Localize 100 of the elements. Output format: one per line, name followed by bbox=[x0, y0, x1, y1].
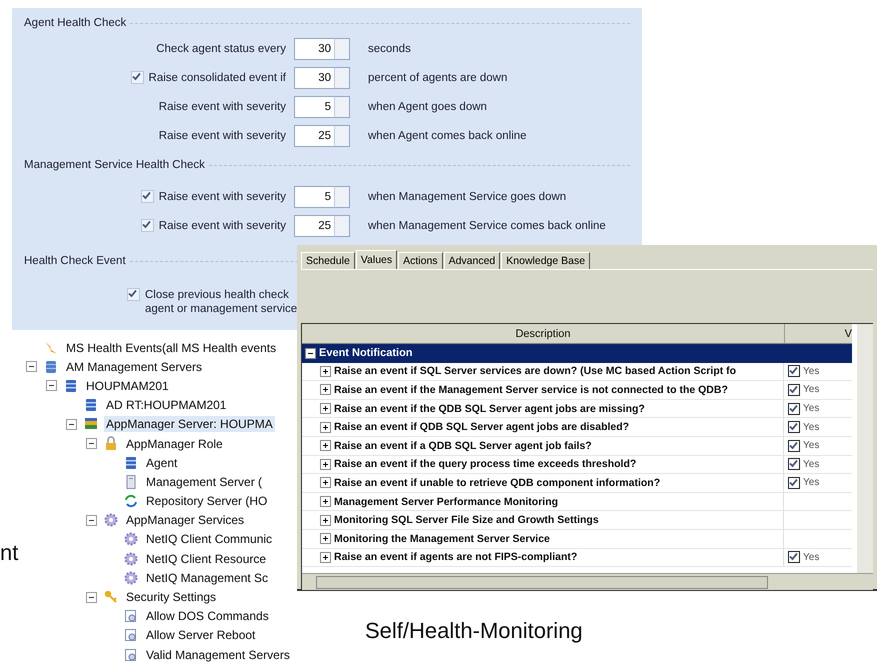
tab[interactable]: Actions bbox=[398, 252, 443, 269]
tree-item[interactable]: Repository Server (HO bbox=[144, 493, 270, 510]
number-field[interactable]: 5 bbox=[294, 186, 334, 208]
expand-icon[interactable] bbox=[320, 366, 331, 377]
unit-label: when Management Service goes down bbox=[368, 190, 568, 202]
group-row[interactable]: Event Notification bbox=[302, 344, 852, 363]
expand-icon[interactable] bbox=[320, 552, 331, 563]
field-label: Raise consolidated event if bbox=[148, 72, 286, 84]
server-icon bbox=[123, 454, 139, 471]
tree-item[interactable]: Agent bbox=[144, 454, 180, 471]
setting-label[interactable]: Management Server Performance Monitoring bbox=[334, 496, 558, 508]
checkbox[interactable] bbox=[788, 402, 800, 415]
column-header[interactable]: Description bbox=[302, 324, 785, 343]
tab[interactable]: Values bbox=[356, 250, 398, 269]
number-field[interactable]: 30 bbox=[294, 66, 334, 88]
number-field[interactable]: 25 bbox=[294, 124, 334, 146]
lightning-icon bbox=[43, 340, 59, 356]
value-text: Yes bbox=[803, 366, 820, 377]
expand-icon[interactable] bbox=[320, 514, 331, 526]
server-icon bbox=[83, 397, 99, 414]
expand-icon[interactable] bbox=[320, 533, 331, 544]
tree-item[interactable]: AM Management Servers bbox=[64, 358, 204, 375]
vertical-scrollbar[interactable] bbox=[857, 324, 873, 574]
field-label: Raise event with severity bbox=[158, 190, 286, 202]
tab[interactable]: Schedule bbox=[301, 252, 355, 269]
tree-item[interactable]: Allow DOS Commands bbox=[144, 608, 271, 624]
expand-icon[interactable] bbox=[320, 458, 331, 470]
expand-icon[interactable] bbox=[320, 422, 331, 433]
expand-icon[interactable] bbox=[320, 477, 331, 488]
unit-label: when Agent comes back online bbox=[368, 130, 528, 142]
setting-label[interactable]: Raise an event if a QDB SQL Server agent job fails? bbox=[334, 440, 592, 452]
value-text: Yes bbox=[803, 477, 820, 488]
tree-item[interactable]: Valid Management Servers bbox=[144, 646, 292, 663]
option-label: Close previous health check agent or management service bbox=[145, 288, 298, 316]
collapse-icon[interactable] bbox=[46, 380, 57, 392]
setting-label[interactable]: Raise an event if SQL Server services are down? (Use MC based Action Script fo bbox=[334, 365, 736, 378]
setting-label[interactable]: Raise an event if agents are not FIPS-compliant? bbox=[334, 551, 578, 564]
gear-icon bbox=[123, 550, 139, 567]
tree-item[interactable]: Allow Server Reboot bbox=[144, 627, 258, 644]
tree-item[interactable]: Security Settings bbox=[124, 589, 218, 606]
expand-icon[interactable] bbox=[320, 384, 331, 396]
field-label: Raise event with severity bbox=[158, 130, 286, 142]
section-title: Health Check Event bbox=[24, 255, 126, 267]
collapse-icon[interactable] bbox=[86, 592, 97, 603]
number-field[interactable]: 5 bbox=[294, 96, 334, 118]
checkbox[interactable] bbox=[788, 421, 800, 434]
field-label: Check agent status every bbox=[156, 42, 286, 54]
collapse-icon[interactable] bbox=[26, 361, 37, 372]
lock-icon bbox=[103, 436, 119, 452]
tree-item[interactable]: AppManager Services bbox=[124, 512, 246, 528]
tree-item[interactable]: AppManager Server: HOUPMA bbox=[104, 416, 275, 432]
collapse-icon[interactable] bbox=[86, 514, 97, 526]
collapse-icon[interactable] bbox=[66, 418, 77, 430]
setting-label[interactable]: Monitoring the Management Server Service bbox=[334, 532, 550, 545]
setting-label[interactable]: Monitoring SQL Server File Size and Growth Settings bbox=[334, 514, 599, 526]
value-text: Yes bbox=[803, 552, 820, 563]
setting-label[interactable]: Raise an event if the QDB SQL Server agent jobs are missing? bbox=[334, 402, 645, 415]
group-label: Event Notification bbox=[319, 347, 413, 360]
tree-item[interactable]: Management Server ( bbox=[144, 474, 264, 490]
checkbox[interactable] bbox=[788, 476, 800, 489]
tree-item[interactable]: MS Health Events(all MS Health events bbox=[64, 340, 278, 356]
unit-label: seconds bbox=[368, 42, 412, 54]
checkbox[interactable] bbox=[788, 384, 800, 396]
server-icon bbox=[63, 378, 79, 394]
expand-icon[interactable] bbox=[320, 440, 331, 452]
horizontal-scrollbar[interactable] bbox=[302, 573, 873, 590]
checkbox[interactable] bbox=[788, 440, 800, 452]
value-text: Yes bbox=[803, 384, 820, 396]
tree-item[interactable]: AD RT:HOUPMAM201 bbox=[104, 397, 228, 414]
unit-label: when Management Service comes back online bbox=[368, 220, 607, 232]
tree-item[interactable]: NetIQ Client Communic bbox=[144, 531, 274, 548]
slide-caption: Self/Health-Monitoring bbox=[365, 618, 583, 643]
document-icon bbox=[123, 646, 139, 663]
expand-icon[interactable] bbox=[320, 403, 331, 414]
field-label: Raise event with severity bbox=[158, 100, 286, 112]
setting-label[interactable]: Raise an event if the query process time exceeds threshold? bbox=[334, 458, 636, 470]
sync-icon bbox=[123, 493, 139, 510]
gear-icon bbox=[103, 512, 119, 528]
expand-icon[interactable] bbox=[320, 496, 331, 508]
collapse-icon[interactable] bbox=[86, 438, 97, 450]
number-field[interactable]: 25 bbox=[294, 214, 334, 236]
setting-label[interactable]: Raise an event if the Management Server service is not connected to the QDB? bbox=[334, 384, 728, 396]
tree-item[interactable]: AppManager Role bbox=[124, 436, 225, 452]
column-header[interactable]: V bbox=[785, 324, 852, 343]
unit-label: when Agent goes down bbox=[368, 100, 488, 112]
tab[interactable]: Advanced bbox=[444, 252, 500, 269]
tab[interactable]: Knowledge Base bbox=[501, 252, 590, 269]
section-title: Agent Health Check bbox=[24, 17, 126, 29]
gear-icon bbox=[123, 531, 139, 548]
tree-item[interactable]: HOUPMAM201 bbox=[84, 378, 171, 394]
text-fragment: nt bbox=[0, 540, 18, 565]
tree-item[interactable]: NetIQ Client Resource bbox=[144, 550, 268, 567]
tree-item[interactable]: NetIQ Management Sc bbox=[144, 570, 270, 586]
number-field[interactable]: 30 bbox=[294, 38, 334, 60]
setting-label[interactable]: Raise an event if unable to retrieve QDB component information? bbox=[334, 476, 660, 489]
key-icon bbox=[103, 589, 119, 606]
checkbox[interactable] bbox=[788, 458, 800, 470]
setting-label[interactable]: Raise an event if QDB SQL Server agent jobs are disabled? bbox=[334, 421, 630, 434]
checkbox[interactable] bbox=[788, 365, 800, 378]
checkbox[interactable] bbox=[788, 551, 800, 564]
